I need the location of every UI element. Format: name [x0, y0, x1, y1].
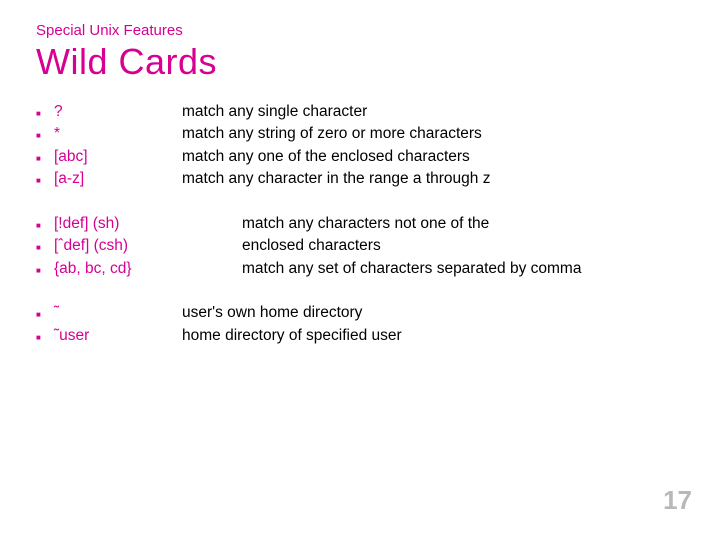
- list-item: ■ {ab, bc, cd} match any set of characte…: [36, 258, 684, 280]
- wildcard-desc: match any single character: [182, 101, 684, 123]
- page-number: 17: [663, 485, 692, 516]
- wildcard-group-1: ■ ? match any single character ■ * match…: [36, 101, 684, 191]
- bullet-icon: ■: [36, 235, 54, 254]
- wildcard-desc: enclosed characters: [242, 235, 684, 257]
- bullet-icon: ■: [36, 213, 54, 232]
- bullet-icon: ■: [36, 123, 54, 142]
- list-item: ■ [ˆdef] (csh) enclosed characters: [36, 235, 684, 257]
- wildcard-desc: user's own home directory: [182, 302, 684, 324]
- wildcard-term: [a-z]: [54, 168, 182, 190]
- list-item: ■ ˜ user's own home directory: [36, 302, 684, 324]
- list-item: ■ * match any string of zero or more cha…: [36, 123, 684, 145]
- list-item: ■ [abc] match any one of the enclosed ch…: [36, 146, 684, 168]
- bullet-icon: ■: [36, 168, 54, 187]
- wildcard-group-2: ■ [!def] (sh) match any characters not o…: [36, 213, 684, 280]
- wildcard-term: [abc]: [54, 146, 182, 168]
- wildcard-desc: match any characters not one of the: [242, 213, 684, 235]
- bullet-icon: ■: [36, 101, 54, 120]
- wildcard-term: ˜user: [54, 325, 182, 347]
- wildcard-term: *: [54, 123, 182, 145]
- wildcard-desc: home directory of specified user: [182, 325, 684, 347]
- wildcard-desc: match any character in the range a throu…: [182, 168, 684, 190]
- wildcard-term: [!def] (sh): [54, 213, 242, 235]
- wildcard-desc: match any set of characters separated by…: [242, 258, 684, 280]
- list-item: ■ ? match any single character: [36, 101, 684, 123]
- wildcard-group-3: ■ ˜ user's own home directory ■ ˜user ho…: [36, 302, 684, 347]
- wildcard-desc: match any one of the enclosed characters: [182, 146, 684, 168]
- list-item: ■ [a-z] match any character in the range…: [36, 168, 684, 190]
- bullet-icon: ■: [36, 258, 54, 277]
- wildcard-term: ˜: [54, 302, 182, 324]
- wildcard-term: {ab, bc, cd}: [54, 258, 242, 280]
- slide-subtitle: Special Unix Features: [36, 22, 684, 39]
- wildcard-desc: match any string of zero or more charact…: [182, 123, 684, 145]
- list-item: ■ [!def] (sh) match any characters not o…: [36, 213, 684, 235]
- wildcard-term: ?: [54, 101, 182, 123]
- bullet-icon: ■: [36, 146, 54, 165]
- slide-title: Wild Cards: [36, 41, 684, 83]
- bullet-icon: ■: [36, 325, 54, 344]
- wildcard-term: [ˆdef] (csh): [54, 235, 242, 257]
- list-item: ■ ˜user home directory of specified user: [36, 325, 684, 347]
- bullet-icon: ■: [36, 302, 54, 321]
- slide: Special Unix Features Wild Cards ■ ? mat…: [0, 0, 720, 540]
